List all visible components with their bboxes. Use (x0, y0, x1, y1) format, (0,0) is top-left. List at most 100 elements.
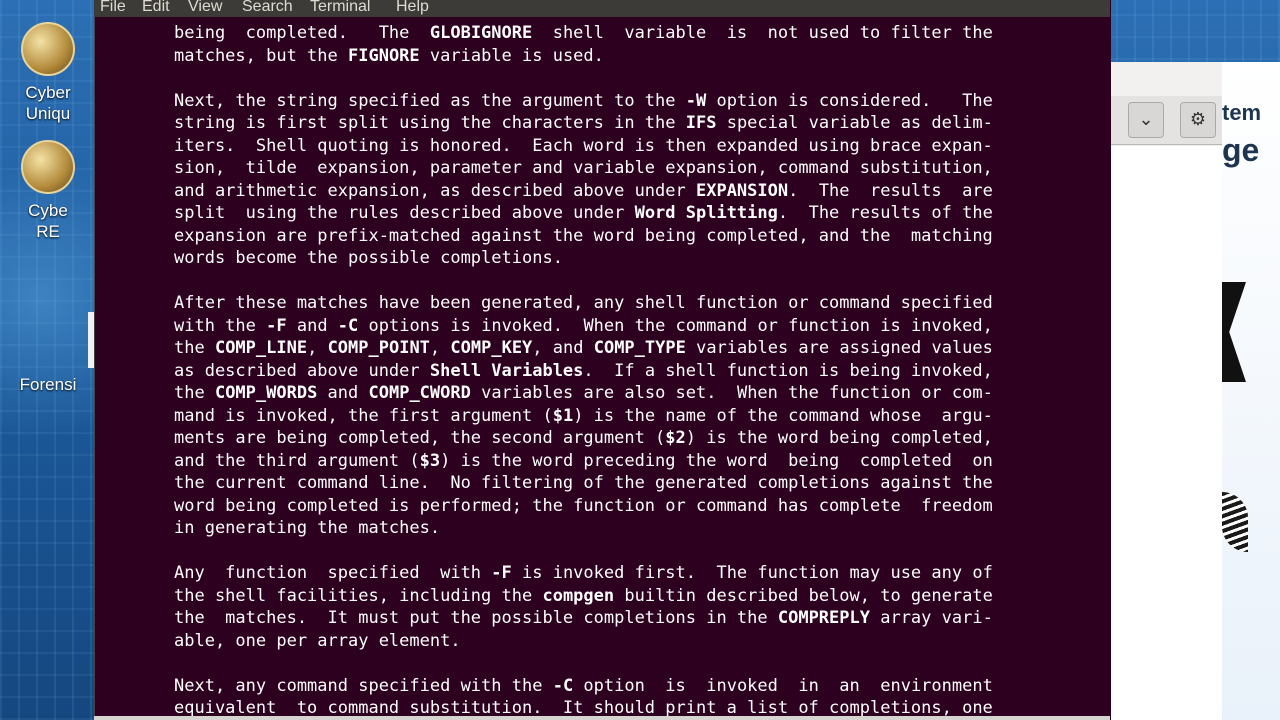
terminal-bold-term: -F (491, 563, 512, 583)
terminal-line: being completed. The GLOBIGNORE shell va… (174, 22, 993, 45)
terminal-text-segment: and arithmetic expansion, as described a… (174, 180, 696, 201)
terminal-text-segment: array vari- (869, 608, 993, 628)
terminal-bold-term: $1 (552, 405, 574, 426)
terminal-text-segment: mand is invoked, the first argument ( (174, 405, 553, 426)
terminal-text-segment: with the (174, 315, 267, 336)
terminal-text-segment: . The results are (788, 180, 993, 201)
terminal-text-segment: . The results of the (777, 203, 993, 223)
terminal-bold-term: COMP_TYPE (593, 338, 686, 358)
terminal-text-segment: special variable as delim- (716, 113, 993, 133)
terminal-text-segment: the (174, 383, 215, 403)
menu-edit[interactable]: Edit (142, 0, 170, 17)
terminal-text-segment: split using the rules described above un… (174, 203, 635, 223)
terminal-text-segment: expansion are prefix-matched against the… (174, 225, 993, 246)
terminal-text-segment: and the third argument ( (174, 450, 420, 471)
terminal-text-segment: , (429, 338, 451, 358)
terminal-text-segment: the matches. It must put the possible co… (174, 608, 778, 628)
terminal-bold-term: compgen (542, 585, 615, 606)
terminal-line: the COMP_WORDS and COMP_CWORD variables … (174, 382, 993, 405)
terminal-line: the shell facilities, including the comp… (174, 585, 993, 608)
terminal-text-segment: shell variable is not used to filter the (532, 23, 993, 43)
menu-search[interactable]: Search (242, 0, 293, 17)
terminal-line: expansion are prefix-matched against the… (174, 225, 993, 248)
terminal-text-segment: being completed. The (174, 23, 430, 43)
terminal-text-segment: ) is the word preceding the word being c… (440, 450, 993, 471)
menu-file[interactable]: File (100, 0, 126, 17)
terminal-bold-term: COMPREPLY (777, 608, 870, 628)
desktop-icon-cyber-unique[interactable]: Cyber Uniqu (0, 22, 96, 124)
terminal-text-segment: as described above under (174, 360, 430, 381)
terminal-text-segment: is invoked first. The function may use a… (511, 563, 993, 583)
terminal-line: sion, tilde expansion, parameter and var… (174, 157, 993, 180)
terminal-text-segment: word being completed is performed; the f… (174, 495, 993, 516)
terminal-line: split using the rules described above un… (174, 202, 993, 225)
terminal-text-segment: options is invoked. When the command or … (358, 315, 993, 336)
terminal-bold-term: COMP_KEY (450, 338, 533, 358)
terminal-line: as described above under Shell Variables… (174, 360, 993, 383)
terminal-line: with the -F and -C options is invoked. W… (174, 315, 993, 338)
settings-button[interactable]: ⚙ (1180, 102, 1216, 138)
terminal-text-segment: , (307, 338, 328, 358)
terminal-line: mand is invoked, the first argument ($1)… (174, 405, 993, 428)
dropdown-button[interactable]: ⌄ (1128, 102, 1164, 138)
terminal-text-segment: the current command line. No filtering o… (174, 473, 993, 493)
terminal-text-segment: the (174, 338, 215, 358)
desktop-icon-label: RE (36, 222, 60, 241)
terminal-bold-term: COMP_WORDS (214, 383, 318, 403)
app-emblem-icon (21, 140, 75, 194)
terminal-line: Any function specified with -F is invoke… (174, 562, 993, 585)
terminal-line: Next, any command specified with the -C … (174, 675, 993, 698)
terminal-text-segment: Next, any command specified with the (174, 675, 553, 696)
terminal-line: iters. Shell quoting is honored. Each wo… (174, 135, 993, 158)
desktop-icon-label: Cyber (25, 83, 71, 102)
terminal-bottom-edge (94, 716, 1110, 720)
terminal-text-segment: in generating the matches. (174, 518, 441, 538)
terminal-bold-term: COMP_POINT (327, 338, 430, 358)
terminal-text-segment: iters. Shell quoting is honored. Each wo… (174, 135, 993, 156)
terminal-text-segment: option is considered. The (706, 90, 993, 111)
terminal-line: matches, but the FIGNORE variable is use… (174, 45, 993, 68)
desktop-icon-cyber-re[interactable]: Cybe RE (0, 140, 96, 242)
chevron-down-icon: ⌄ (1138, 109, 1154, 130)
terminal-line: and arithmetic expansion, as described a… (174, 180, 993, 203)
terminal-line: Next, the string specified as the argume… (174, 90, 993, 113)
app-emblem-icon (21, 22, 75, 76)
terminal-text-segment: ments are being completed, the second ar… (174, 428, 666, 448)
terminal-text-segment: string is first split using the characte… (174, 113, 686, 133)
logo-letter-k-icon (1222, 282, 1246, 382)
terminal-line: After these matches have been generated,… (174, 292, 993, 315)
terminal-text-segment: equivalent to command substitution. It s… (174, 698, 993, 718)
terminal-bold-term: EXPANSION (695, 180, 789, 201)
desktop-icon-label: Uniqu (25, 104, 71, 123)
terminal-line: in generating the matches. (174, 517, 993, 540)
terminal-line: words become the possible completions. (174, 247, 993, 270)
terminal-text-segment: . If a shell function is being invoked, (583, 360, 993, 381)
terminal-text-segment: and (286, 315, 338, 336)
terminal-output[interactable]: being completed. The GLOBIGNORE shell va… (174, 22, 993, 720)
terminal-bold-term: -C (552, 675, 574, 696)
terminal-bold-term: -W (685, 90, 707, 111)
terminal-text-segment: ) is the word being completed, (685, 428, 993, 448)
terminal-line: the matches. It must put the possible co… (174, 607, 993, 630)
background-window-content (1108, 146, 1222, 720)
menu-view[interactable]: View (188, 0, 222, 17)
terminal-bold-term: IFS (685, 113, 717, 133)
terminal-line: and the third argument ($3) is the word … (174, 450, 993, 473)
terminal-text-segment: , and (532, 338, 594, 358)
menu-help[interactable]: Help (396, 0, 429, 17)
terminal-text-segment: sion, tilde expansion, parameter and var… (174, 158, 993, 178)
menu-terminal[interactable]: Terminal (310, 0, 370, 17)
terminal-text-segment: builtin described below, to generate (614, 585, 993, 606)
terminal-text-segment: variable is used. (419, 45, 604, 66)
terminal-menubar: File Edit View Search Terminal Help (94, 0, 1110, 17)
terminal-text-segment: variables are also set. When the functio… (470, 383, 993, 403)
terminal-bold-term: COMP_CWORD (368, 383, 471, 403)
terminal-bold-term: -F (266, 315, 287, 336)
terminal-bold-term: COMP_LINE (214, 338, 308, 358)
terminal-bold-term: GLOBIGNORE (429, 23, 533, 43)
gear-icon: ⚙ (1189, 109, 1207, 130)
desktop-icon-forensics[interactable]: Forensi (0, 312, 96, 395)
